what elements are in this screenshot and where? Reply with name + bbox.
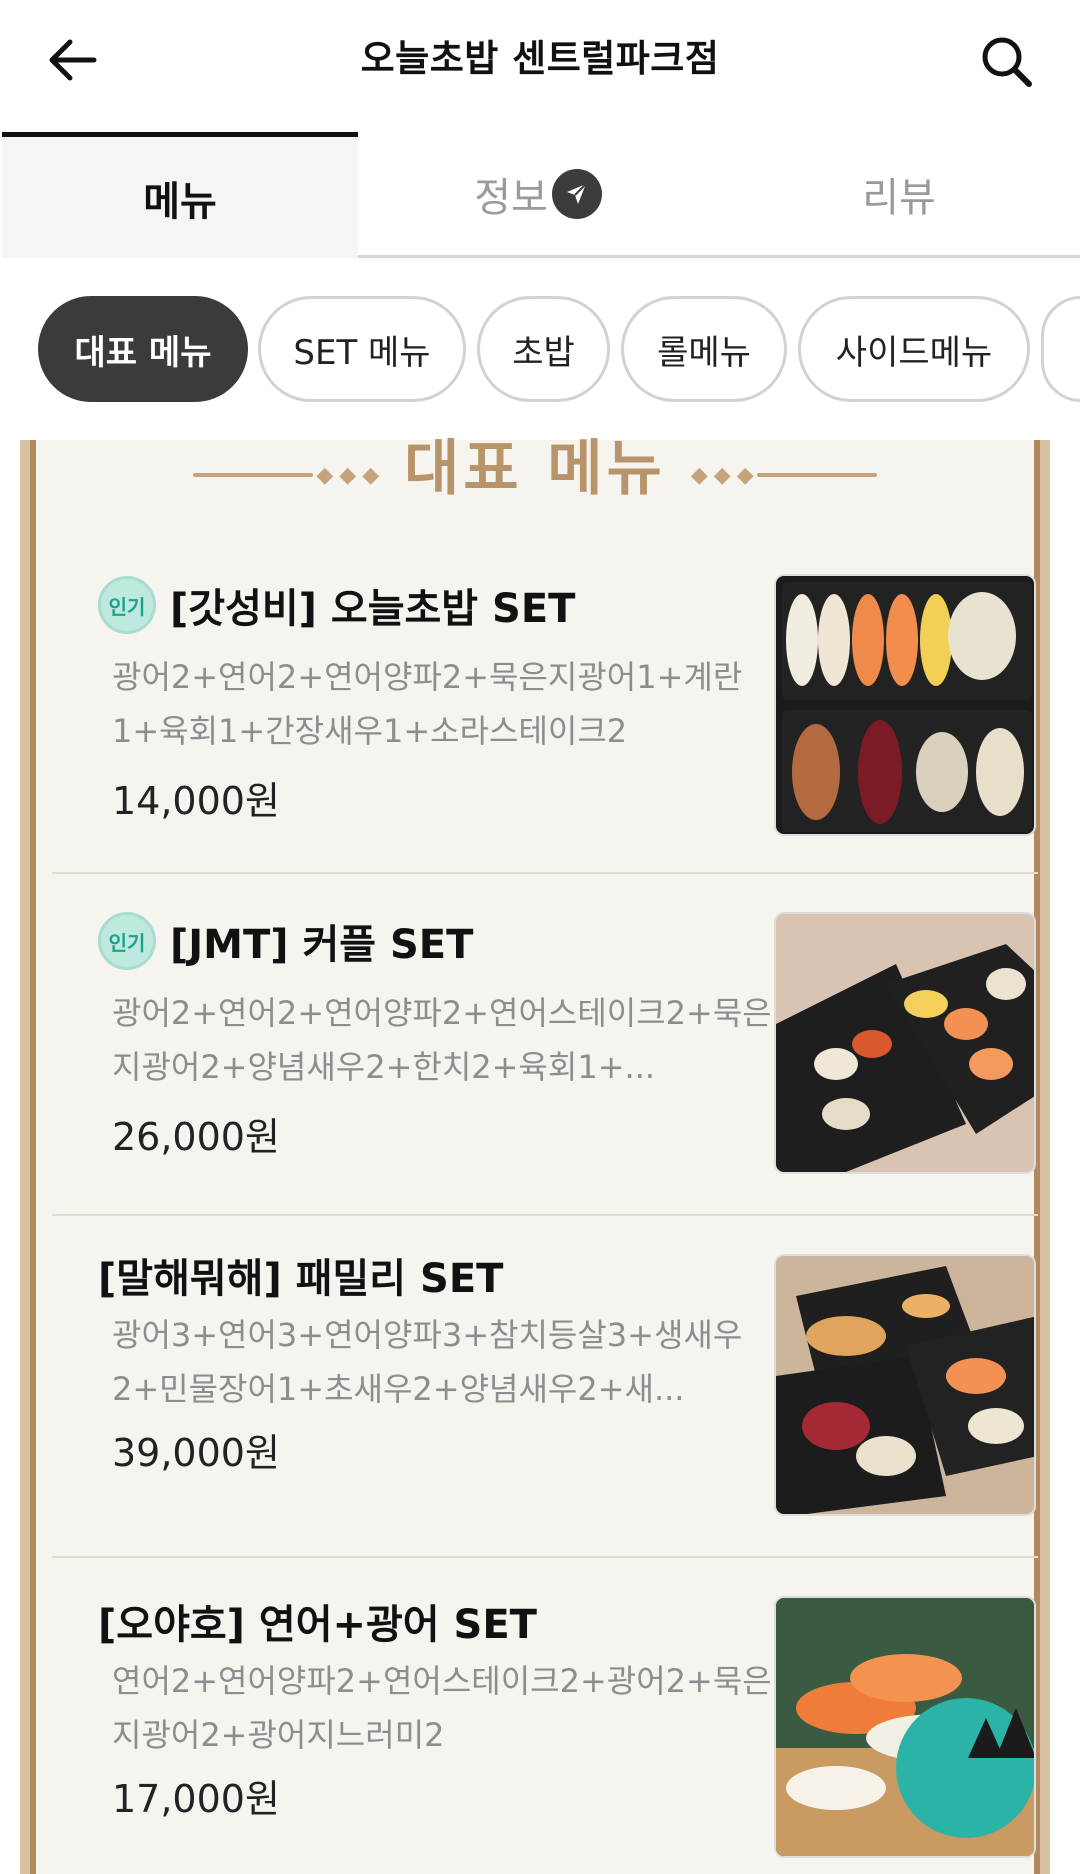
item-photo [774, 1254, 1036, 1516]
signature-menu-board: ◆ ◆ ◆ 대표 메뉴 ◆ ◆ ◆ 인기 [갓성비] 오늘초밥 SET 광어2+연어2+… [20, 439, 1050, 1874]
popular-badge: 인기 [98, 912, 156, 970]
tab-label: 정보 [474, 174, 548, 221]
chip-label: 대표 메뉴 [74, 332, 212, 373]
item-price: 14,000원 [112, 779, 280, 823]
item-price: 39,000원 [112, 1431, 280, 1475]
tab-label: 메뉴 [143, 178, 217, 225]
item-description: 연어2+연어양파2+연어스테이크2+광어2+묵은지광어2+광어지느러미2 [112, 1662, 772, 1754]
menu-item[interactable]: 인기 [JMT] 커플 SET 광어2+연어2+연어양파2+연어스테이크2+묵은… [52, 874, 1038, 1216]
chip-sushi[interactable]: 초밥 [477, 296, 610, 402]
chip-label: 롤메뉴 [657, 332, 751, 373]
item-name-row: 인기 [갓성비] 오늘초밥 SET [98, 576, 575, 634]
item-description: 광어3+연어3+연어양파3+참치등살3+생새우2+민물장어1+초새우2+양념새우… [112, 1316, 743, 1408]
item-name: [갓성비] 오늘초밥 SET [170, 586, 576, 632]
tab-review[interactable]: 리뷰 [718, 132, 1080, 258]
app-header: 오늘초밥 센트럴파크점 [0, 0, 1080, 125]
tab-menu[interactable]: 메뉴 [2, 132, 358, 258]
item-name: [JMT] 커플 SET [170, 922, 474, 968]
search-button[interactable] [975, 30, 1039, 94]
item-price: 17,000원 [112, 1777, 280, 1821]
item-name-row: [오야호] 연어+광어 SET [98, 1592, 537, 1650]
item-name-row: 인기 [JMT] 커플 SET [98, 912, 473, 970]
item-name-row: [말해뭐해] 패밀리 SET [98, 1246, 503, 1304]
chip-side-menu[interactable]: 사이드메뉴 [798, 296, 1030, 402]
chip-label: 초밥 [512, 332, 575, 373]
item-description: 광어2+연어2+연어양파2+묵은지광어1+계란1+육회1+간장새우1+소라스테이… [112, 658, 743, 750]
menu-item[interactable]: [말해뭐해] 패밀리 SET 광어3+연어3+연어양파3+참치등살3+생새우2+… [52, 1216, 1038, 1558]
menu-item[interactable]: 인기 [갓성비] 오늘초밥 SET 광어2+연어2+연어양파2+묵은지광어1+계… [52, 440, 1038, 874]
chip-set-menu[interactable]: SET 메뉴 [258, 296, 466, 402]
item-name: [말해뭐해] 패밀리 SET [98, 1256, 504, 1302]
tab-bar: 메뉴 정보 리뷰 [0, 132, 1080, 258]
chip-label: SET 메뉴 [293, 332, 431, 373]
category-chips: 대표 메뉴 SET 메뉴 초밥 롤메뉴 사이드메뉴 [0, 296, 1080, 404]
item-name: [오야호] 연어+광어 SET [98, 1602, 537, 1648]
item-price: 26,000원 [112, 1115, 280, 1159]
tab-label: 리뷰 [862, 174, 936, 221]
search-icon [982, 37, 1032, 87]
chip-signature-menu[interactable]: 대표 메뉴 [38, 296, 248, 402]
chip-more[interactable] [1041, 296, 1080, 402]
send-icon [551, 168, 602, 219]
popular-badge: 인기 [98, 576, 156, 634]
menu-item[interactable]: [오야호] 연어+광어 SET 연어2+연어양파2+연어스테이크2+광어2+묵은… [52, 1558, 1038, 1874]
page-title: 오늘초밥 센트럴파크점 [360, 37, 720, 80]
item-photo [774, 1596, 1036, 1858]
chip-roll-menu[interactable]: 롤메뉴 [621, 296, 787, 402]
item-description: 광어2+연어2+연어양파2+연어스테이크2+묵은지광어2+양념새우2+한치2+육… [112, 994, 772, 1086]
chip-label: 사이드메뉴 [835, 332, 993, 373]
item-photo [774, 574, 1036, 836]
tab-info[interactable]: 정보 [358, 132, 718, 258]
item-photo [774, 912, 1036, 1174]
